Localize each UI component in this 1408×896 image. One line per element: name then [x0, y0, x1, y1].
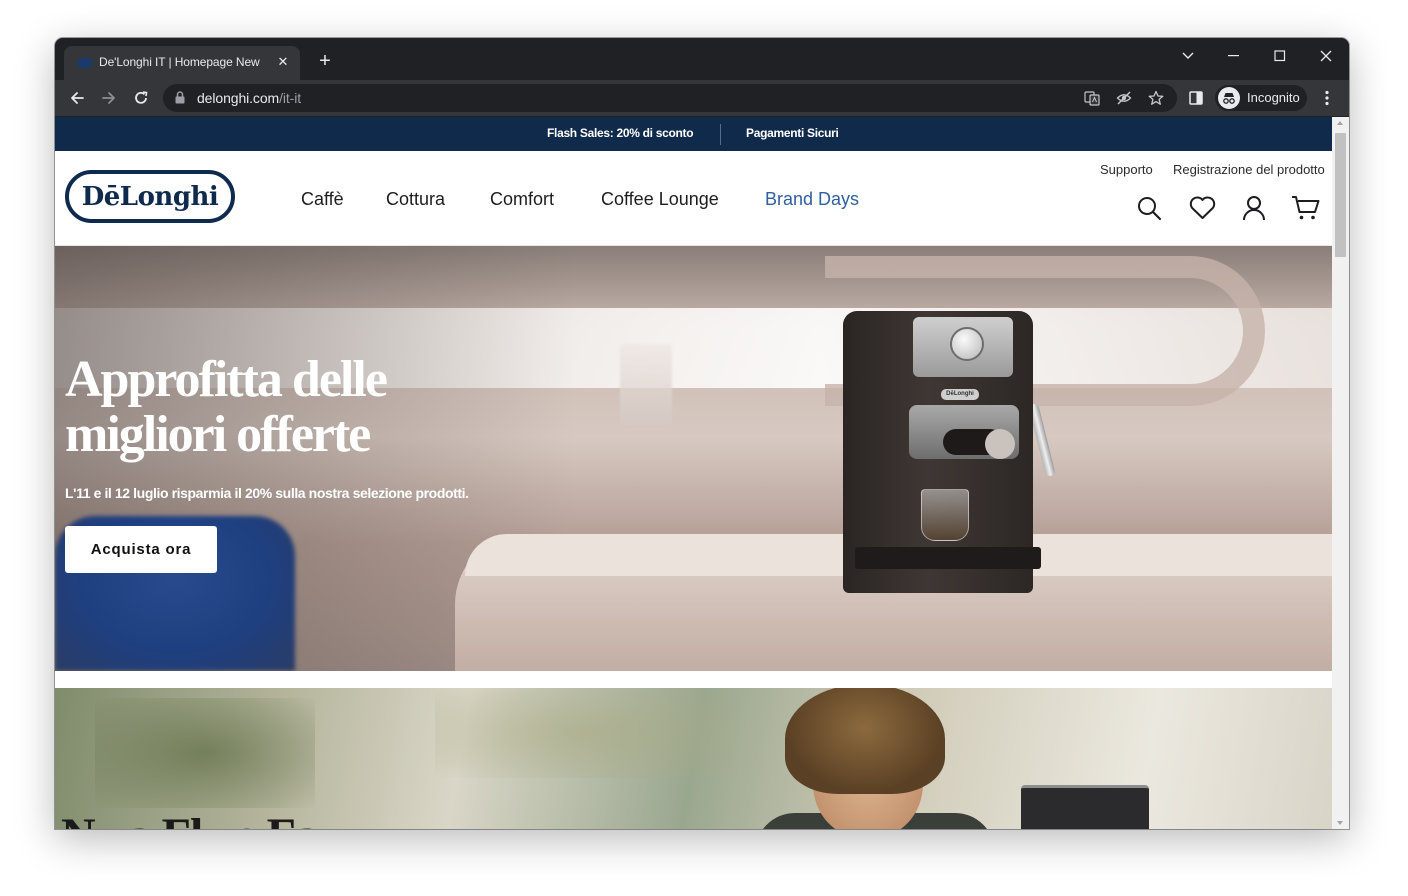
promo-bar: Flash Sales: 20% di sconto Pagamenti Sic…	[55, 117, 1332, 151]
machine-knob	[950, 327, 984, 361]
nav-item-brand-days[interactable]: Brand Days	[765, 189, 859, 210]
machine-drip-tray	[855, 547, 1041, 569]
tab-strip: De'Longhi IT | Homepage New ✕ +	[55, 38, 1349, 80]
minimize-icon[interactable]	[1211, 42, 1257, 70]
espresso-cup	[921, 489, 969, 541]
hero-subtitle: L'11 e il 12 luglio risparmia il 20% sul…	[65, 485, 469, 501]
nav-item-cottura[interactable]: Cottura	[386, 189, 445, 210]
close-window-icon[interactable]	[1303, 42, 1349, 70]
lock-icon[interactable]	[175, 91, 185, 109]
hero-title: Approfitta delle migliori offerte	[65, 351, 388, 463]
machine-logo-badge: DēLonghi	[941, 389, 979, 400]
promo-divider	[720, 124, 721, 145]
page-scrollbar[interactable]	[1332, 117, 1349, 829]
banner-headline: N...a Fl...e Fa...	[61, 808, 352, 829]
browser-window: De'Longhi IT | Homepage New ✕ + delonghi…	[55, 38, 1349, 829]
cart-icon[interactable]	[1291, 193, 1321, 223]
site-header: DēLonghi Caffè Cottura Comfort Coffee Lo…	[55, 151, 1332, 246]
menu-icon[interactable]	[1315, 86, 1339, 110]
favicon-icon	[77, 58, 93, 68]
person-hair	[785, 688, 945, 794]
incognito-icon	[1218, 87, 1240, 109]
coffee-machine-display	[1021, 785, 1149, 829]
address-bar[interactable]: delonghi.com/it-it	[163, 84, 1177, 112]
reload-icon[interactable]	[129, 86, 153, 110]
incognito-label: Incognito	[1247, 90, 1300, 105]
search-icon[interactable]	[1134, 193, 1164, 223]
incognito-badge[interactable]: Incognito	[1215, 85, 1307, 111]
url-text[interactable]: delonghi.com/it-it	[197, 90, 301, 106]
hero-banner[interactable]: DēLonghi Approfitta delle migliori offer…	[55, 246, 1332, 671]
bookmark-star-icon[interactable]	[1147, 89, 1165, 107]
secondary-banner[interactable]: N...a Fl...e Fa...	[55, 688, 1332, 829]
new-tab-icon[interactable]: +	[314, 50, 336, 72]
nav-item-comfort[interactable]: Comfort	[490, 189, 554, 210]
nav-item-caffe[interactable]: Caffè	[301, 189, 344, 210]
product-registration-link[interactable]: Registrazione del prodotto	[1173, 162, 1325, 177]
heart-icon[interactable]	[1187, 193, 1217, 223]
banner-foliage-2	[435, 688, 735, 778]
tab-title: De'Longhi IT | Homepage New	[99, 55, 260, 69]
scrollbar-thumb[interactable]	[1335, 133, 1346, 257]
banner-foliage	[95, 698, 315, 808]
forward-icon[interactable]	[97, 86, 121, 110]
browser-toolbar: delonghi.com/it-it Incognito	[55, 80, 1349, 116]
back-icon[interactable]	[65, 86, 89, 110]
page: Flash Sales: 20% di sconto Pagamenti Sic…	[55, 117, 1332, 829]
hero-background-machine	[620, 344, 672, 426]
promo-secure-payments[interactable]: Pagamenti Sicuri	[746, 126, 839, 140]
tracking-blocked-icon[interactable]	[1115, 89, 1133, 107]
tab-search-icon[interactable]	[1165, 42, 1211, 70]
maximize-icon[interactable]	[1257, 42, 1303, 70]
support-link[interactable]: Supporto	[1100, 162, 1153, 177]
tab-close-icon[interactable]: ✕	[274, 53, 292, 71]
scroll-down-arrow-icon[interactable]	[1337, 821, 1343, 825]
user-icon[interactable]	[1239, 193, 1269, 223]
banner-person-image	[695, 688, 1025, 829]
nav-item-coffee-lounge[interactable]: Coffee Lounge	[601, 189, 719, 210]
shop-now-button[interactable]: Acquista ora	[65, 526, 217, 573]
browser-tab[interactable]: De'Longhi IT | Homepage New ✕	[64, 46, 300, 80]
side-panel-icon[interactable]	[1184, 86, 1208, 110]
machine-portafilter-knob	[985, 429, 1015, 459]
delonghi-logo[interactable]: DēLonghi	[65, 170, 235, 223]
scroll-up-arrow-icon[interactable]	[1337, 121, 1343, 125]
espresso-machine-image: DēLonghi	[825, 311, 1065, 596]
promo-flash-sales[interactable]: Flash Sales: 20% di sconto	[547, 126, 694, 140]
page-viewport: Flash Sales: 20% di sconto Pagamenti Sic…	[55, 117, 1349, 829]
translate-icon[interactable]	[1083, 89, 1101, 107]
